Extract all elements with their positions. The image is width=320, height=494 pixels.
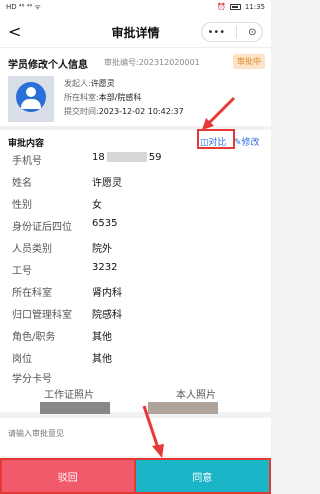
clock: 11:35 xyxy=(244,3,265,11)
section-title: 审批内容 xyxy=(8,139,45,149)
field-value: 院感科 xyxy=(92,310,122,321)
field-label: 所在科室 xyxy=(12,288,52,299)
more-icon[interactable]: ••• xyxy=(207,27,225,38)
field-label: 身份证后四位 xyxy=(12,222,72,233)
work-photo-label: 工作证照片 xyxy=(44,390,94,401)
alarm-icon: ⏰ xyxy=(217,3,226,11)
status-bar: HD ⁴⁶ ⁴⁶ ᯤ ⏰ 11:35 xyxy=(0,0,271,16)
redacted-block xyxy=(106,152,147,162)
field-value: 院外 xyxy=(92,244,112,255)
annotation-arrow-icon xyxy=(142,405,164,458)
field-label: 手机号 xyxy=(12,156,42,167)
opinion-input[interactable] xyxy=(8,422,263,444)
edit-button[interactable]: ✎修改 xyxy=(234,135,260,148)
phone-prefix: 18 xyxy=(92,152,105,163)
miniapp-capsule: ••• ⊙ xyxy=(201,22,263,42)
battery-icon xyxy=(229,4,241,10)
agree-button[interactable]: 同意 xyxy=(135,458,271,494)
annotation-arrow-icon xyxy=(202,96,236,130)
opinion-area xyxy=(0,418,271,456)
field-label: 性别 xyxy=(12,200,32,211)
field-label: 归口管理科室 xyxy=(12,310,72,321)
field-value: 6535 xyxy=(92,218,118,229)
dept-row: 所在科室:本部/院感科 xyxy=(64,92,141,103)
pencil-icon: ✎ xyxy=(234,138,242,148)
capsule-divider xyxy=(236,26,238,38)
time-row: 提交时间:2023-12-02 10:42:37 xyxy=(64,106,184,117)
initiator-label: 发起人: xyxy=(64,79,91,88)
field-label: 人员类别 xyxy=(12,244,52,255)
approval-title: 学员修改个人信息 xyxy=(8,60,88,71)
status-badge: 审批中 xyxy=(233,54,265,69)
dept-value: 本部/院感科 xyxy=(98,93,142,102)
field-label: 角色/职务 xyxy=(12,332,56,343)
field-value: 许愿灵 xyxy=(92,178,122,189)
field-label: 岗位 xyxy=(12,354,32,365)
field-value: 其他 xyxy=(92,354,112,365)
time-value: 2023-12-02 10:42:37 xyxy=(98,107,184,116)
field-label: 姓名 xyxy=(12,178,32,189)
self-photo-label: 本人照片 xyxy=(176,390,216,401)
time-label: 提交时间: xyxy=(64,107,99,116)
field-value: 女 xyxy=(92,200,102,211)
initiator-row: 发起人:许愿灵 xyxy=(64,78,115,89)
annotation-highlight-box xyxy=(197,129,235,149)
avatar xyxy=(8,76,54,122)
work-photo[interactable] xyxy=(40,402,110,414)
person-icon xyxy=(16,82,46,112)
field-value: 肾内科 xyxy=(92,288,122,299)
close-target-icon[interactable]: ⊙ xyxy=(248,27,256,38)
dept-label: 所在科室: xyxy=(64,93,99,102)
action-buttons: 驳回 同意 xyxy=(0,458,271,494)
signal-indicators: HD ⁴⁶ ⁴⁶ ᯤ xyxy=(6,3,41,11)
field-value: 3232 xyxy=(92,262,118,273)
field-label: 工号 xyxy=(12,266,32,277)
approval-number: 审批编号:202312020001 xyxy=(104,58,200,67)
initiator-value: 许愿灵 xyxy=(90,79,115,88)
field-label: 学分卡号 xyxy=(12,374,52,385)
field-value: 其他 xyxy=(92,332,112,343)
reject-button[interactable]: 驳回 xyxy=(0,458,136,494)
approval-content: 审批内容 ◫对比 ✎修改 手机号 18 59 姓名 许愿灵 性别 女 身份证后四位… xyxy=(0,130,271,414)
phone-suffix: 59 xyxy=(148,152,162,163)
nav-bar: < 审批详情 ••• ⊙ xyxy=(0,16,271,48)
phone-value: 18 59 xyxy=(92,152,161,163)
edit-label: 修改 xyxy=(241,138,260,148)
